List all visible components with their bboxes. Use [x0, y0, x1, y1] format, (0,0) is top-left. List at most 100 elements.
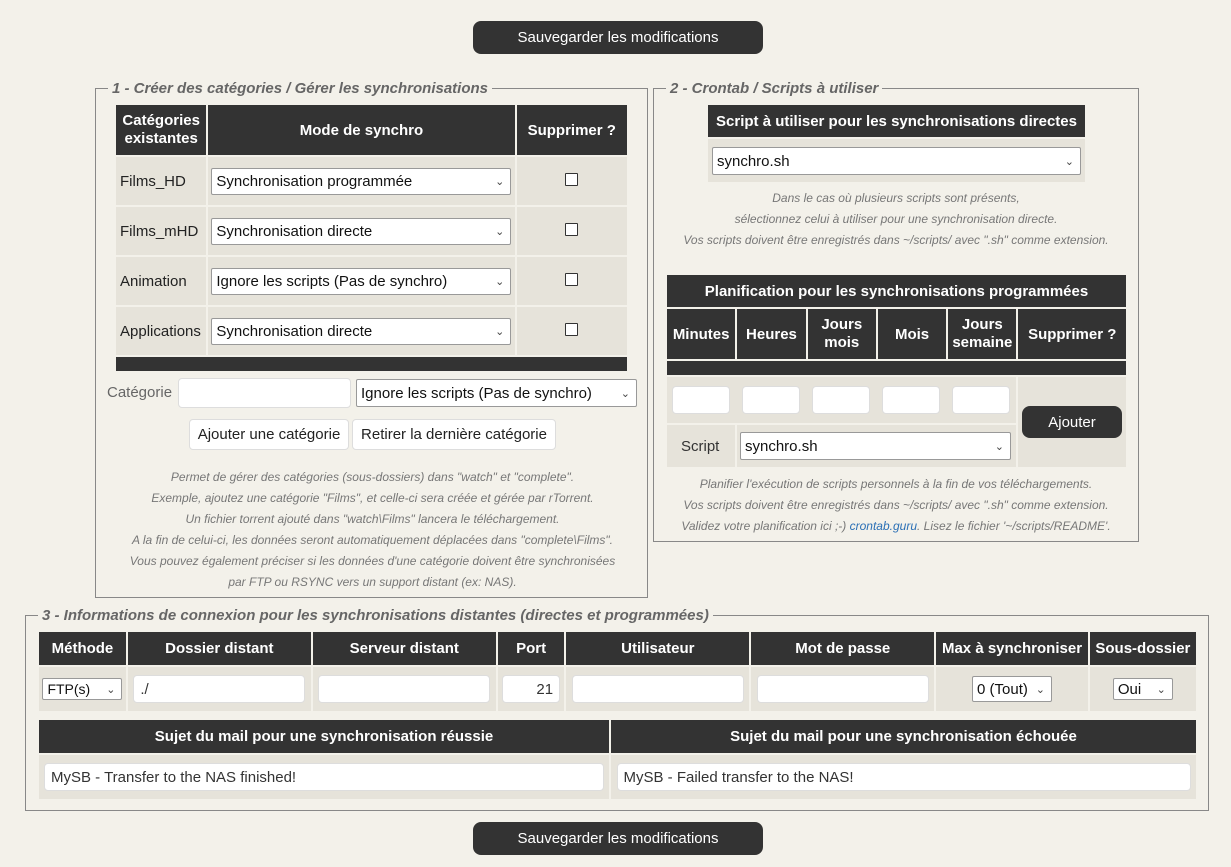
remote-server-input[interactable]: [318, 675, 491, 703]
help-line: Planifier l'exécution de scripts personn…: [699, 477, 1093, 491]
col-days-week: Jours semaine: [948, 309, 1017, 359]
mail-table: Sujet du mail pour une synchronisation r…: [37, 718, 1198, 801]
help-line: Un fichier torrent ajouté dans "watch\Fi…: [185, 512, 560, 526]
script-help-text: Dans le cas où plusieurs scripts sont pr…: [658, 188, 1134, 251]
section-crontab-legend: 2 - Crontab / Scripts à utiliser: [666, 80, 883, 97]
chevron-down-icon: ⌄: [106, 683, 116, 696]
add-planning-button[interactable]: Ajouter: [1022, 406, 1122, 438]
category-name: Films_HD: [116, 157, 207, 205]
new-category-input[interactable]: [178, 378, 351, 408]
col-days-month: Jours mois: [807, 309, 876, 359]
save-button-top[interactable]: Sauvegarder les modifications: [473, 21, 763, 54]
col-minutes: Minutes: [667, 309, 736, 359]
col-remote-folder: Dossier distant: [127, 632, 311, 665]
direct-script-select[interactable]: synchro.sh ⌄: [712, 147, 1081, 175]
col-max-sync: Max à synchroniser: [936, 632, 1088, 665]
planning-script-select[interactable]: synchro.sh ⌄: [740, 432, 1011, 460]
col-delete: Supprimer ?: [1018, 309, 1126, 359]
password-input[interactable]: [756, 675, 929, 703]
planning-header: Planification pour les synchronisations …: [667, 275, 1126, 307]
help-line: Vos scripts doivent être enregistrés dan…: [683, 498, 1109, 512]
sync-mode-select[interactable]: Synchronisation directe ⌄: [211, 217, 512, 245]
remote-folder-input[interactable]: ./: [133, 675, 306, 703]
method-select[interactable]: FTP(s) ⌄: [42, 678, 123, 700]
col-port: Port: [497, 632, 565, 665]
categories-table: Catégories existantes Mode de synchro Su…: [114, 103, 629, 357]
planning-help-text: Planifier l'exécution de scripts personn…: [658, 474, 1134, 537]
delete-checkbox[interactable]: [565, 322, 579, 336]
connection-table: Méthode Dossier distant Serveur distant …: [37, 630, 1198, 713]
help-suffix: . Lisez le fichier '~/scripts/README'.: [917, 519, 1111, 533]
max-sync-select[interactable]: 0 (Tout) ⌄: [972, 676, 1052, 702]
planning-script-value: synchro.sh: [745, 437, 818, 455]
planning-bar: [667, 361, 1126, 375]
table-footer-bar: [116, 357, 627, 371]
col-password: Mot de passe: [751, 632, 935, 665]
mail-failure-input[interactable]: MySB - Failed transfer to the NAS!: [616, 763, 1191, 791]
chevron-down-icon: ⌄: [495, 275, 505, 288]
help-line: sélectionnez celui à utiliser pour une s…: [734, 212, 1058, 226]
days-month-input[interactable]: [812, 386, 870, 414]
col-hours: Heures: [737, 309, 806, 359]
method-value: FTP(s): [47, 681, 91, 697]
delete-checkbox[interactable]: [565, 222, 579, 236]
crontab-guru-link[interactable]: crontab.guru: [850, 519, 917, 533]
sync-mode-select[interactable]: Synchronisation programmée ⌄: [211, 167, 512, 195]
remove-last-category-button[interactable]: Retirer la dernière catégorie: [352, 419, 556, 450]
help-line: par FTP ou RSYNC vers un support distant…: [228, 575, 517, 589]
sync-mode-value: Synchronisation directe: [216, 222, 373, 240]
col-subfolder: Sous-dossier: [1089, 632, 1196, 665]
month-input[interactable]: [882, 386, 940, 414]
col-mail-success: Sujet du mail pour une synchronisation r…: [39, 720, 609, 753]
col-mode: Mode de synchro: [208, 105, 515, 155]
sync-mode-value: Synchronisation programmée: [216, 172, 413, 190]
planning-table: Minutes Heures Jours mois Mois Jours sem…: [665, 307, 1128, 361]
col-user: Utilisateur: [566, 632, 750, 665]
col-month: Mois: [877, 309, 947, 359]
planning-script-label: Script: [681, 438, 720, 455]
save-button-bottom[interactable]: Sauvegarder les modifications: [473, 822, 763, 855]
help-line: Permet de gérer des catégories (sous-dos…: [170, 470, 575, 484]
sync-mode-select[interactable]: Synchronisation directe ⌄: [211, 317, 512, 345]
sync-mode-select[interactable]: Ignore les scripts (Pas de synchro) ⌄: [211, 267, 512, 295]
help-line: Validez votre planification ici ;-) cron…: [658, 516, 1134, 537]
chevron-down-icon: ⌄: [1064, 155, 1074, 168]
planning-col-divider: [1016, 377, 1018, 467]
delete-checkbox[interactable]: [565, 272, 579, 286]
section-categories-legend: 1 - Créer des catégories / Gérer les syn…: [108, 80, 492, 97]
help-line: Vous pouvez également préciser si les do…: [129, 554, 616, 568]
help-line: A la fin de celui-ci, les données seront…: [132, 533, 613, 547]
section-connection-legend: 3 - Informations de connexion pour les s…: [38, 607, 713, 624]
help-prefix: Validez votre planification ici ;-): [681, 519, 850, 533]
categories-help-text: Permet de gérer des catégories (sous-dos…: [100, 467, 645, 593]
category-name: Films_mHD: [116, 207, 207, 255]
user-input[interactable]: [571, 675, 744, 703]
chevron-down-icon: ⌄: [495, 225, 505, 238]
add-category-button[interactable]: Ajouter une catégorie: [189, 419, 349, 450]
help-line: Dans le cas où plusieurs scripts sont pr…: [772, 191, 1020, 205]
direct-script-value: synchro.sh: [717, 152, 790, 170]
subfolder-value: Oui: [1117, 680, 1142, 698]
new-category-mode-select[interactable]: Ignore les scripts (Pas de synchro) ⌄: [356, 379, 637, 407]
col-delete: Supprimer ?: [516, 105, 627, 155]
chevron-down-icon: ⌄: [495, 325, 505, 338]
category-name: Applications: [116, 307, 207, 355]
delete-checkbox[interactable]: [565, 172, 579, 186]
subfolder-select[interactable]: Oui ⌄: [1112, 678, 1173, 700]
chevron-down-icon: ⌄: [994, 440, 1004, 453]
sync-mode-value: Synchronisation directe: [216, 322, 373, 340]
script-header: Script à utiliser pour les synchronisati…: [708, 105, 1085, 137]
minutes-input[interactable]: [672, 386, 730, 414]
days-week-input[interactable]: [952, 386, 1010, 414]
col-mail-failure: Sujet du mail pour une synchronisation é…: [611, 720, 1196, 753]
category-name: Animation: [116, 257, 207, 305]
hours-input[interactable]: [742, 386, 800, 414]
planning-divider: [667, 423, 1016, 425]
new-category-mode-value: Ignore les scripts (Pas de synchro): [361, 384, 592, 402]
mail-success-input[interactable]: MySB - Transfer to the NAS finished!: [44, 763, 604, 791]
new-category-label: Catégorie: [107, 384, 173, 401]
port-input[interactable]: 21: [502, 675, 561, 703]
chevron-down-icon: ⌄: [495, 175, 505, 188]
col-method: Méthode: [39, 632, 126, 665]
planning-col-divider-2: [735, 425, 737, 467]
